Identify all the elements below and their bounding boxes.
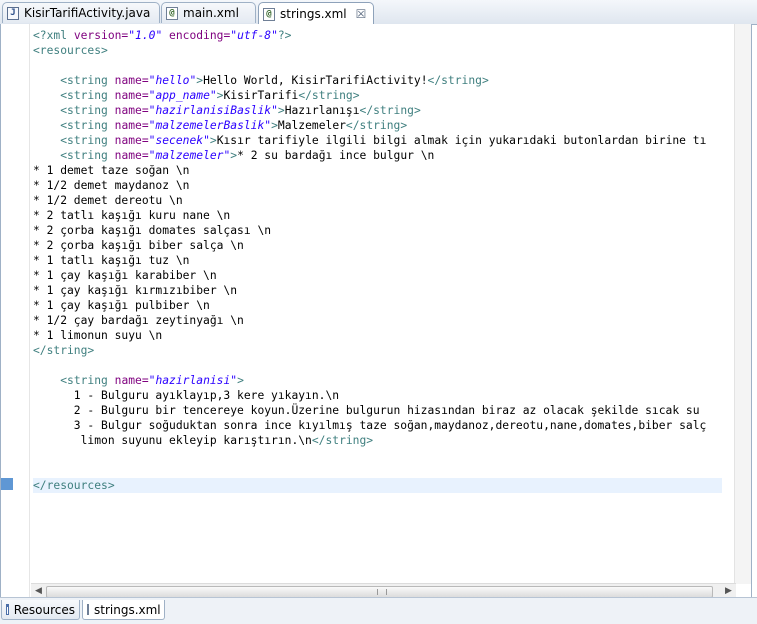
java-file-icon: J <box>7 6 19 20</box>
code-line: <string name="hazirlanisi"> <box>60 374 244 387</box>
scroll-right-icon[interactable]: ▶ <box>722 585 735 597</box>
close-tab-icon[interactable]: ☒ <box>356 8 367 20</box>
grip-icon <box>377 589 387 595</box>
code-line: * 1/2 demet maydanoz \n <box>33 179 190 192</box>
code-line: * 1/2 demet dereotu \n <box>33 194 183 207</box>
tab-label: main.xml <box>183 6 239 20</box>
code-line: <?xml version="1.0" encoding="utf-8"?> <box>33 29 292 42</box>
code-line: <string name="malzemeler">* 2 su bardağı… <box>60 149 435 162</box>
code-line: 2 - Bulguru bir tencereye koyun.Üzerine … <box>33 404 700 417</box>
xml-file-icon <box>166 6 178 20</box>
code-line: * 1 çay kaşığı kırmızıbiber \n <box>33 284 238 297</box>
tab-main-xml[interactable]: main.xml <box>161 2 256 23</box>
code-line: * 1 çay kaşığı pulbiber \n <box>33 299 210 312</box>
code-line: <resources> <box>33 44 108 57</box>
tab-resources[interactable]: Resources <box>1 600 80 620</box>
xml-file-icon <box>263 7 275 21</box>
code-line: </string> <box>33 344 95 357</box>
tab-strings-xml-source[interactable]: strings.xml <box>82 600 165 620</box>
editor-tab-bar: J KisirTarifiActivity.java main.xml stri… <box>0 0 757 25</box>
tab-label: strings.xml <box>94 602 161 617</box>
overview-gutter <box>1 24 14 597</box>
resources-form-icon <box>6 604 9 615</box>
code-line: limon suyunu ekleyip karıştırın.\n</stri… <box>33 434 374 447</box>
xml-source-icon <box>87 604 89 615</box>
code-line: 1 - Bulguru ayıklayıp,3 kere yıkayın.\n <box>33 389 340 402</box>
vertical-scrollbar[interactable] <box>734 24 751 584</box>
code-line: * 1/2 çay bardağı zeytinyağı \n <box>33 314 244 327</box>
code-line: 3 - Bulgur soğuduktan sonra ince kıyılmı… <box>33 419 707 432</box>
code-line-current: </resources> <box>33 478 722 493</box>
code-line: * 1 tatlı kaşığı tuz \n <box>33 254 190 267</box>
code-line: <string name="secenek">Kısır tarifiyle i… <box>60 134 707 147</box>
gutter-separator <box>29 24 30 597</box>
scroll-left-icon[interactable]: ◀ <box>32 585 45 597</box>
code-line: <string name="malzemelerBaslik">Malzemel… <box>60 119 408 132</box>
code-line: <string name="hazirlanisiBaslik">Hazırla… <box>60 104 421 117</box>
xml-source-editor[interactable]: <?xml version="1.0" encoding="utf-8"?> <… <box>0 24 752 598</box>
code-line: * 2 çorba kaşığı biber salça \n <box>33 239 244 252</box>
code-line: * 1 limonun suyu \n <box>33 329 163 342</box>
code-line: * 1 çay kaşığı karabiber \n <box>33 269 217 282</box>
current-line-marker <box>1 478 13 490</box>
code-line: * 1 demet taze soğan \n <box>33 164 190 177</box>
horizontal-scrollbar[interactable]: ◀ ▶ <box>31 583 736 598</box>
editor-page-tabs: Resources strings.xml <box>0 597 757 624</box>
code-line: <string name="hello">Hello World, KisirT… <box>60 74 489 87</box>
tab-kisirtarifiactivity-java[interactable]: J KisirTarifiActivity.java <box>2 2 160 23</box>
code-area[interactable]: <?xml version="1.0" encoding="utf-8"?> <… <box>33 28 722 580</box>
tab-label: Resources <box>13 602 75 617</box>
code-line: <string name="app_name">KisirTarifi</str… <box>60 89 360 102</box>
code-line: * 2 çorba kaşığı domates salçası \n <box>33 224 272 237</box>
code-line: * 2 tatlı kaşığı kuru nane \n <box>33 209 231 222</box>
tab-label: KisirTarifiActivity.java <box>24 6 151 20</box>
tab-strings-xml[interactable]: strings.xml ☒ <box>258 2 374 25</box>
tab-label: strings.xml <box>280 7 347 21</box>
